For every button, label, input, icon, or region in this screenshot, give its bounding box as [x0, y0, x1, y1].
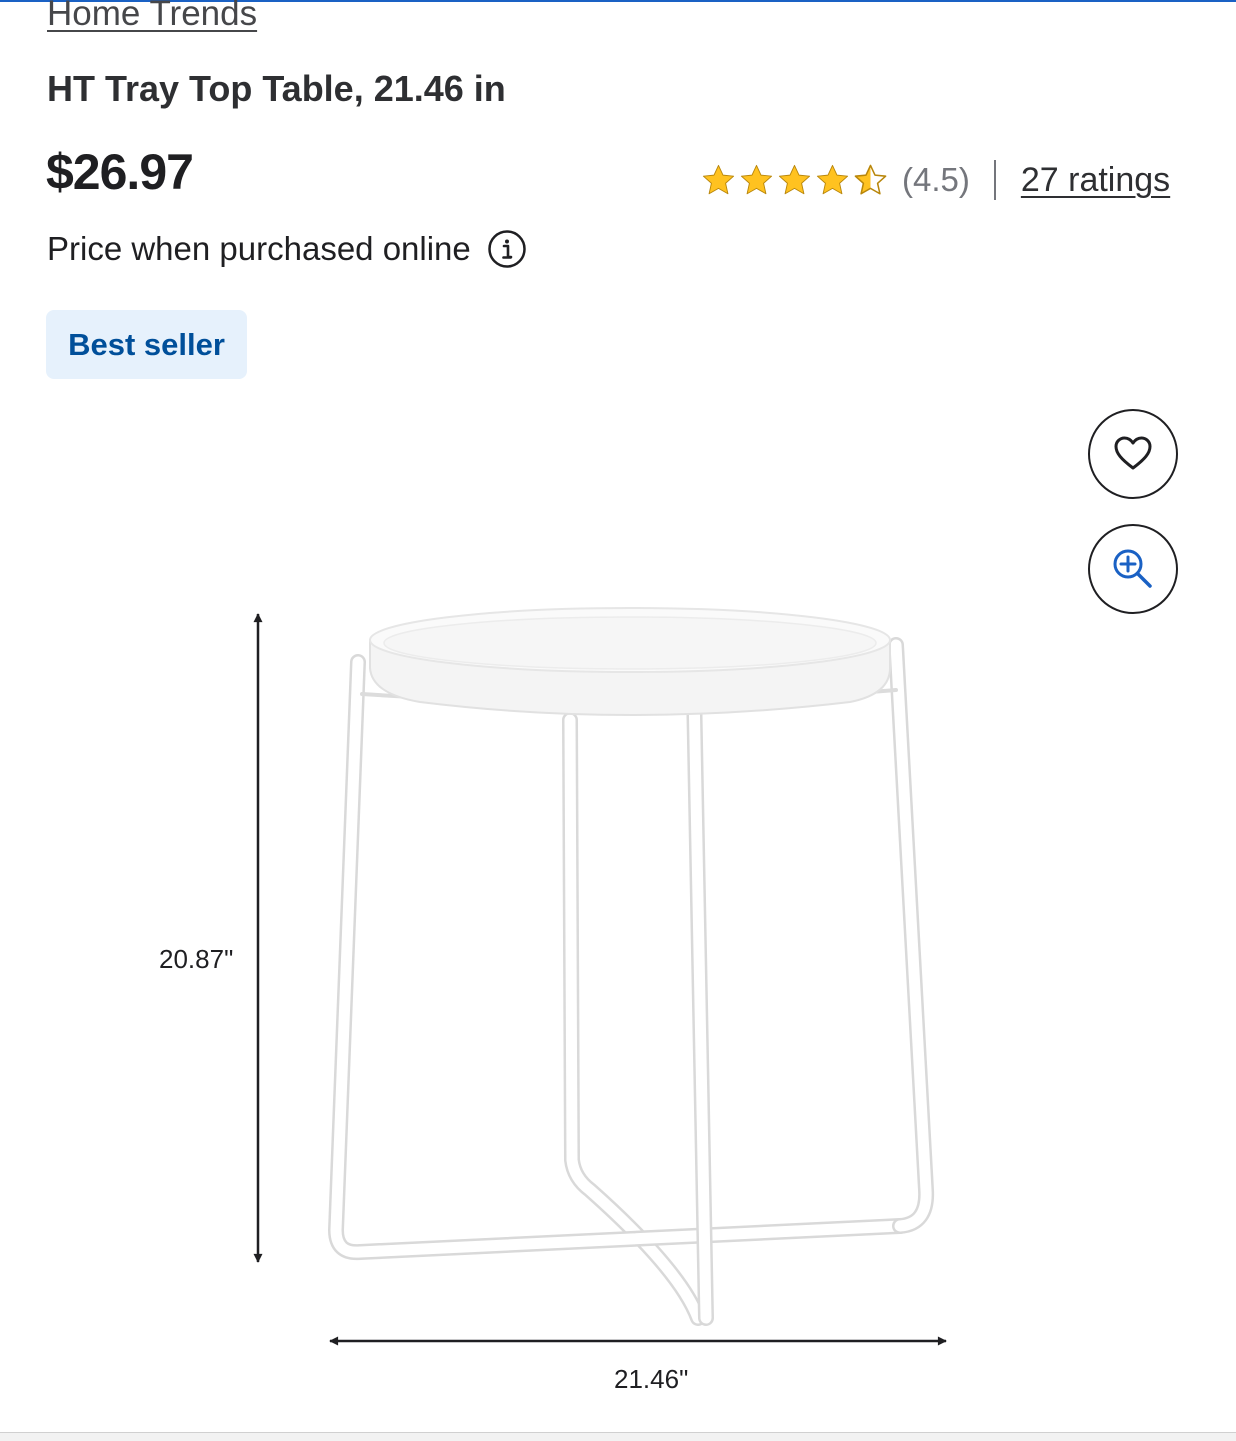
badge-label: Best seller	[68, 326, 225, 362]
price-note-row: Price when purchased online	[47, 224, 527, 274]
star-full-icon	[778, 164, 811, 194]
width-dimension-label: 21.46"	[614, 1364, 689, 1394]
star-full-icon	[702, 164, 735, 194]
favorite-button[interactable]	[1088, 409, 1178, 499]
info-icon[interactable]	[487, 229, 527, 269]
product-title: HT Tray Top Table, 21.46 in	[47, 68, 506, 109]
ratings-count-link[interactable]: 27 ratings	[1021, 161, 1170, 200]
price-note: Price when purchased online	[47, 230, 471, 267]
star-half-icon	[854, 164, 887, 195]
star-full-icon	[740, 164, 773, 194]
table-legs	[328, 637, 935, 1326]
product-image	[253, 607, 947, 1346]
height-dimension-label: 20.87"	[159, 944, 234, 974]
rating-value: (4.5)	[902, 161, 970, 198]
zoom-in-icon	[1113, 549, 1152, 588]
star-rating	[700, 162, 890, 199]
brand-link[interactable]: Home Trends	[47, 0, 257, 36]
product-price: $26.97	[46, 144, 194, 200]
rating-divider	[993, 160, 996, 200]
tray-top	[369, 607, 891, 716]
heart-icon	[1114, 436, 1152, 470]
rating-summary[interactable]: (4.5) 27 ratings	[700, 152, 1170, 208]
best-seller-badge: Best seller	[46, 310, 247, 379]
star-full-icon	[816, 164, 849, 194]
